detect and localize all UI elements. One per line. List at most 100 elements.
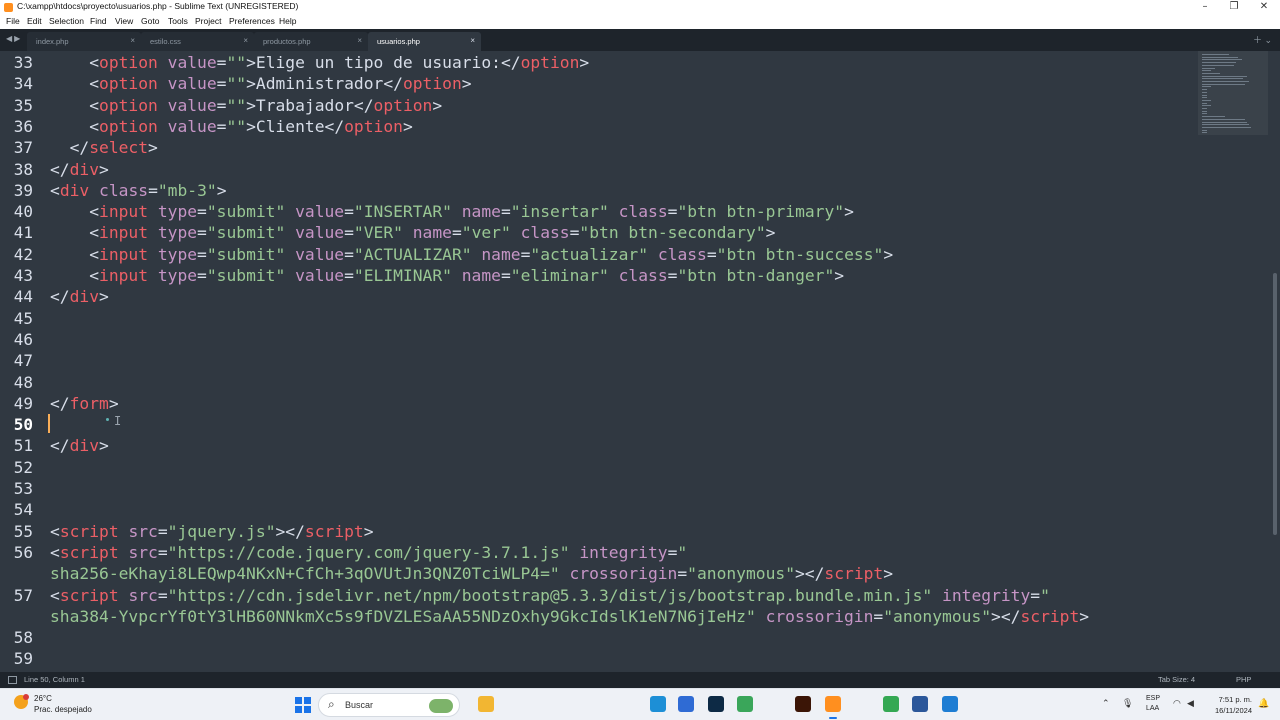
minimap-line xyxy=(1202,56,1238,58)
code-token: value xyxy=(157,53,217,72)
word-app-icon[interactable] xyxy=(912,696,928,712)
tab-close-icon[interactable]: × xyxy=(243,36,248,45)
file-explorer-app-icon[interactable] xyxy=(478,696,494,712)
clock-date[interactable]: 16/11/2024 xyxy=(1192,706,1252,715)
chevron-up-icon[interactable]: ⌃ xyxy=(1102,698,1110,709)
sublime-app-icon[interactable] xyxy=(825,696,841,719)
menu-tools[interactable]: Tools xyxy=(168,16,188,26)
code-token: > xyxy=(99,287,109,307)
code-line[interactable]: </div> xyxy=(50,159,109,180)
code-token: = xyxy=(197,244,207,264)
minimap-line xyxy=(1202,126,1251,128)
code-line[interactable]: <script src="https://cdn.jsdelivr.net/np… xyxy=(50,585,1050,606)
photoshop-app-icon[interactable] xyxy=(708,696,724,712)
edge-app-icon[interactable] xyxy=(650,696,666,712)
code-line[interactable]: sha384-YvpcrYf0tY3lHB60NNkmXc5s9fDVZLESa… xyxy=(50,606,1089,627)
code-line[interactable]: <script src="https://code.jquery.com/jqu… xyxy=(50,542,687,563)
clock-time[interactable]: 7:51 p. m. xyxy=(1192,695,1252,704)
code-token: </ xyxy=(50,393,70,413)
panel-toggle-icon[interactable] xyxy=(8,676,17,684)
menu-preferences[interactable]: Preferences xyxy=(229,16,275,26)
store-app-icon[interactable] xyxy=(678,696,694,712)
menu-edit[interactable]: Edit xyxy=(27,16,42,26)
menu-goto[interactable]: Goto xyxy=(141,16,159,26)
code-editor[interactable]: 33 34 35 36 37 38 39 40 41 42 43 44 45 46 47 48 49 50 51 52… xyxy=(0,51,1200,672)
menu-help[interactable]: Help xyxy=(279,16,296,26)
minimize-button[interactable]: – xyxy=(1190,0,1220,15)
taskbar-search[interactable]: ⌕ Buscar xyxy=(318,693,460,717)
menu-find[interactable]: Find xyxy=(90,16,107,26)
code-line[interactable]: <input type="submit" value="ACTUALIZAR" … xyxy=(50,244,893,265)
code-token: name xyxy=(471,244,521,264)
code-token: > xyxy=(216,180,227,200)
vscode-app-icon[interactable] xyxy=(942,696,958,712)
code-line[interactable]: <input type="submit" value="INSERTAR" na… xyxy=(50,201,854,222)
tab-close-icon[interactable]: × xyxy=(470,36,475,45)
code-token: crossorigin xyxy=(559,564,678,584)
search-highlight-icon xyxy=(429,699,453,713)
tab-close-icon[interactable]: × xyxy=(357,36,362,45)
code-line[interactable]: <option value="">Cliente</option> xyxy=(50,116,413,137)
tab-close-icon[interactable]: × xyxy=(130,36,135,45)
menu-project[interactable]: Project xyxy=(195,16,221,26)
line-number: 40 xyxy=(13,202,33,222)
windows-start-icon[interactable] xyxy=(295,697,311,713)
code-line[interactable]: </select> xyxy=(50,137,158,158)
code-token: > xyxy=(461,74,472,94)
close-button[interactable]: ✕ xyxy=(1249,0,1279,15)
code-line[interactable]: </form> xyxy=(50,393,119,414)
minimap-line xyxy=(1202,72,1220,74)
code-token: </ xyxy=(50,287,70,307)
microphone-icon[interactable]: 🎙 xyxy=(1122,698,1133,709)
language-code[interactable]: ESP xyxy=(1146,695,1160,702)
code-token: src xyxy=(118,585,158,605)
new-tab-icon[interactable]: ＋ ⌄ xyxy=(1253,33,1272,46)
illustrator-app-icon[interactable] xyxy=(795,696,811,712)
code-token: "anonymous" xyxy=(687,564,795,584)
code-line[interactable]: <input type="submit" value="ELIMINAR" na… xyxy=(50,265,844,286)
code-token: = xyxy=(451,223,462,243)
tab-index-php[interactable]: index.php × xyxy=(27,32,141,51)
code-token: integrity xyxy=(569,542,668,562)
wifi-icon[interactable]: ◠ xyxy=(1173,698,1181,709)
code-line[interactable]: <div class="mb-3"> xyxy=(50,180,227,201)
line-number: 50 xyxy=(13,415,33,435)
minimap-line xyxy=(1202,78,1244,80)
tab-nav-arrows-icon[interactable]: ◀▶ xyxy=(6,34,22,43)
code-line[interactable]: </div> xyxy=(50,286,109,307)
weather-temperature[interactable]: 26°C xyxy=(34,694,52,703)
tab-size[interactable]: Tab Size: 4 xyxy=(1158,675,1195,684)
code-line[interactable]: <input type="submit" value="VER" name="v… xyxy=(50,222,775,243)
code-token: script xyxy=(824,564,884,584)
code-token: = xyxy=(197,223,207,243)
tab-productos-php[interactable]: productos.php × xyxy=(254,32,368,51)
code-line[interactable]: sha256-eKhayi8LEQwp4NKxN+CfCh+3qOVUtJn3Q… xyxy=(50,563,893,584)
code-line[interactable]: <option value="">Trabajador</option> xyxy=(50,95,442,116)
code-line[interactable]: <script src="jquery.js"></script> xyxy=(50,521,374,542)
chrome-app-icon[interactable] xyxy=(883,696,899,712)
code-token: "mb-3" xyxy=(157,180,217,200)
browser-app-icon[interactable] xyxy=(737,696,753,712)
code-token: crossorigin xyxy=(755,606,874,626)
vertical-scrollbar[interactable] xyxy=(1270,51,1280,672)
menu-view[interactable]: View xyxy=(115,16,133,26)
code-line[interactable]: <option value="">Administrador</option> xyxy=(50,73,472,94)
syntax-mode[interactable]: PHP xyxy=(1236,675,1251,684)
menu-selection[interactable]: Selection xyxy=(49,16,84,26)
code-token: > xyxy=(402,116,413,136)
tab-usuarios-php[interactable]: usuarios.php × xyxy=(368,32,481,51)
maximize-button[interactable]: ❐ xyxy=(1219,0,1249,15)
keyboard-layout[interactable]: LAA xyxy=(1146,705,1159,712)
code-line[interactable]: <option value="">Elige un tipo de usuari… xyxy=(50,52,589,73)
cursor-position: Line 50, Column 1 xyxy=(24,675,85,684)
code-token: = xyxy=(500,202,511,222)
menu-file[interactable]: File xyxy=(6,16,20,26)
tab-estilo-css[interactable]: estilo.css × xyxy=(141,32,254,51)
bell-icon[interactable]: 🔔 xyxy=(1258,698,1269,709)
code-line[interactable]: </div> xyxy=(50,435,109,456)
minimap-line xyxy=(1202,91,1208,93)
scrollbar-thumb[interactable] xyxy=(1273,273,1277,535)
minimap[interactable] xyxy=(1198,51,1268,672)
minimap-line xyxy=(1202,86,1211,88)
weather-description[interactable]: Prac. despejado xyxy=(34,705,92,714)
